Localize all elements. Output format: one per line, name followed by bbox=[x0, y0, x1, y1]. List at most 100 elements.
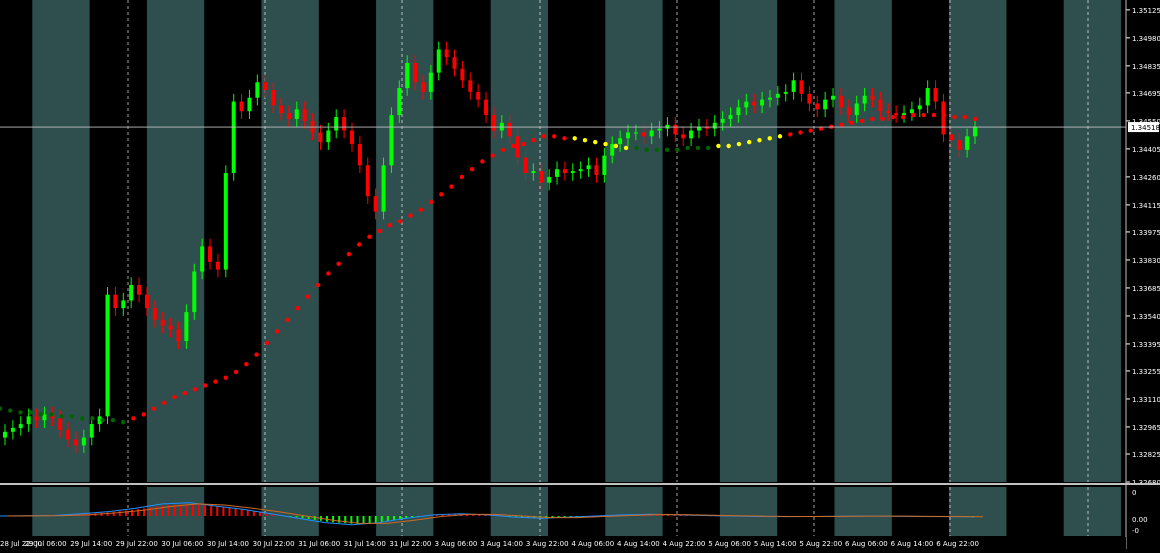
bear-candle bbox=[113, 294, 118, 309]
time-axis-label: 31 Jul 14:00 bbox=[344, 540, 386, 548]
bear-candle bbox=[870, 95, 875, 100]
histogram-bar-positive bbox=[210, 505, 213, 516]
trend-dot bbox=[449, 184, 454, 189]
histogram-bar-positive bbox=[185, 504, 188, 516]
bull-candle bbox=[602, 155, 607, 175]
bear-candle bbox=[318, 132, 323, 143]
trend-dot bbox=[531, 137, 536, 143]
chart-canvas[interactable]: 1.351251.349801.348351.346951.345501.344… bbox=[0, 0, 1160, 549]
session-band bbox=[376, 487, 434, 536]
session-band bbox=[1063, 487, 1121, 536]
bull-candle bbox=[973, 126, 977, 137]
bull-candle bbox=[649, 130, 654, 137]
histogram-bar-positive bbox=[106, 512, 109, 516]
trend-dot bbox=[521, 141, 526, 147]
time-axis-label: 3 Aug 06:00 bbox=[435, 540, 478, 548]
histogram-bar-positive bbox=[143, 508, 146, 516]
trend-dot bbox=[408, 213, 413, 218]
bull-candle bbox=[775, 93, 780, 98]
bear-candle bbox=[815, 103, 820, 110]
trend-dot bbox=[654, 147, 660, 153]
bear-candle bbox=[420, 82, 425, 92]
bull-candle bbox=[862, 95, 867, 104]
time-axis-label: 29 Jul 22:00 bbox=[116, 540, 158, 548]
histogram-bar-negative bbox=[295, 516, 298, 518]
histogram-bar-negative bbox=[374, 516, 377, 523]
bull-candle bbox=[381, 165, 386, 212]
time-axis-label: 3 Aug 22:00 bbox=[526, 540, 569, 548]
trend-dot bbox=[398, 219, 403, 224]
trend-dot bbox=[644, 147, 649, 153]
bear-candle bbox=[594, 165, 599, 175]
price-axis-label: 1.33975 bbox=[1132, 229, 1160, 237]
price-axis-label: 1.32825 bbox=[1132, 451, 1160, 459]
trend-dot bbox=[942, 112, 947, 118]
trend-dot bbox=[839, 122, 844, 127]
trend-dot bbox=[675, 147, 680, 153]
trend-dot bbox=[336, 261, 341, 266]
trend-dot bbox=[952, 114, 957, 120]
bull-candle bbox=[831, 95, 836, 100]
trend-dot bbox=[552, 134, 557, 139]
bear-candle bbox=[515, 136, 520, 158]
time-axis-label: 3 Aug 14:00 bbox=[480, 540, 523, 548]
trend-dot bbox=[254, 352, 259, 357]
trend-dot bbox=[593, 139, 598, 145]
price-axis-label: 1.33830 bbox=[1132, 257, 1160, 265]
trend-dot bbox=[8, 408, 13, 413]
histogram-bar-positive bbox=[149, 507, 152, 516]
bear-candle bbox=[342, 117, 347, 131]
bull-candle bbox=[294, 109, 299, 119]
trend-dot bbox=[18, 410, 23, 415]
trend-dot bbox=[685, 145, 690, 151]
trend-dot bbox=[203, 383, 208, 388]
price-axis-label: 1.34405 bbox=[1132, 146, 1160, 154]
bull-candle bbox=[192, 271, 197, 313]
bull-candle bbox=[925, 88, 930, 106]
trend-dot bbox=[326, 271, 331, 276]
histogram-bar-negative bbox=[380, 516, 383, 523]
trend-dot bbox=[798, 130, 803, 135]
price-chart[interactable]: 1.35125 1.34980 1.34835 1.34695 1.34550 1.344… bbox=[0, 0, 1160, 549]
bull-candle bbox=[255, 82, 260, 98]
bear-candle bbox=[168, 325, 173, 330]
trend-dot bbox=[49, 412, 54, 417]
trend-dot bbox=[264, 340, 270, 346]
bear-candle bbox=[949, 134, 954, 141]
price-axis-label: 1.34695 bbox=[1132, 90, 1160, 98]
trend-dot bbox=[59, 414, 64, 419]
bear-candle bbox=[152, 308, 157, 320]
histogram-bar-positive bbox=[124, 510, 127, 516]
trend-dot bbox=[490, 153, 495, 158]
trend-dot bbox=[69, 414, 75, 419]
bull-candle bbox=[428, 72, 433, 92]
histogram-bar-negative bbox=[338, 516, 341, 523]
trend-dot bbox=[295, 306, 300, 311]
histogram-bar-positive bbox=[118, 511, 121, 516]
bear-candle bbox=[523, 157, 528, 174]
bull-candle bbox=[728, 115, 733, 119]
time-axis-label: 4 Aug 22:00 bbox=[663, 540, 706, 548]
session-band bbox=[834, 487, 892, 536]
session-band bbox=[261, 0, 319, 482]
price-axis-label: 1.34835 bbox=[1132, 63, 1160, 71]
time-axis-label: 6 Aug 06:00 bbox=[845, 540, 888, 548]
histogram-bar-positive bbox=[246, 510, 249, 516]
trend-dot bbox=[28, 410, 33, 415]
trend-dot bbox=[921, 112, 926, 118]
time-axis-label: 29 Jul 14:00 bbox=[70, 540, 112, 548]
trend-dot bbox=[962, 114, 967, 120]
bear-candle bbox=[271, 89, 276, 106]
price-axis-bg bbox=[1126, 0, 1160, 549]
bull-candle bbox=[129, 285, 134, 301]
bull-candle bbox=[902, 113, 907, 116]
bull-candle bbox=[405, 62, 410, 89]
bear-candle bbox=[176, 329, 181, 342]
bull-candle bbox=[791, 80, 796, 92]
session-band bbox=[719, 487, 778, 536]
trend-dot bbox=[911, 112, 916, 118]
trend-dot bbox=[387, 222, 393, 228]
time-axis-label: 6 Aug 22:00 bbox=[936, 540, 979, 548]
trend-dot bbox=[90, 416, 95, 421]
time-axis-label: 5 Aug 14:00 bbox=[754, 540, 797, 548]
